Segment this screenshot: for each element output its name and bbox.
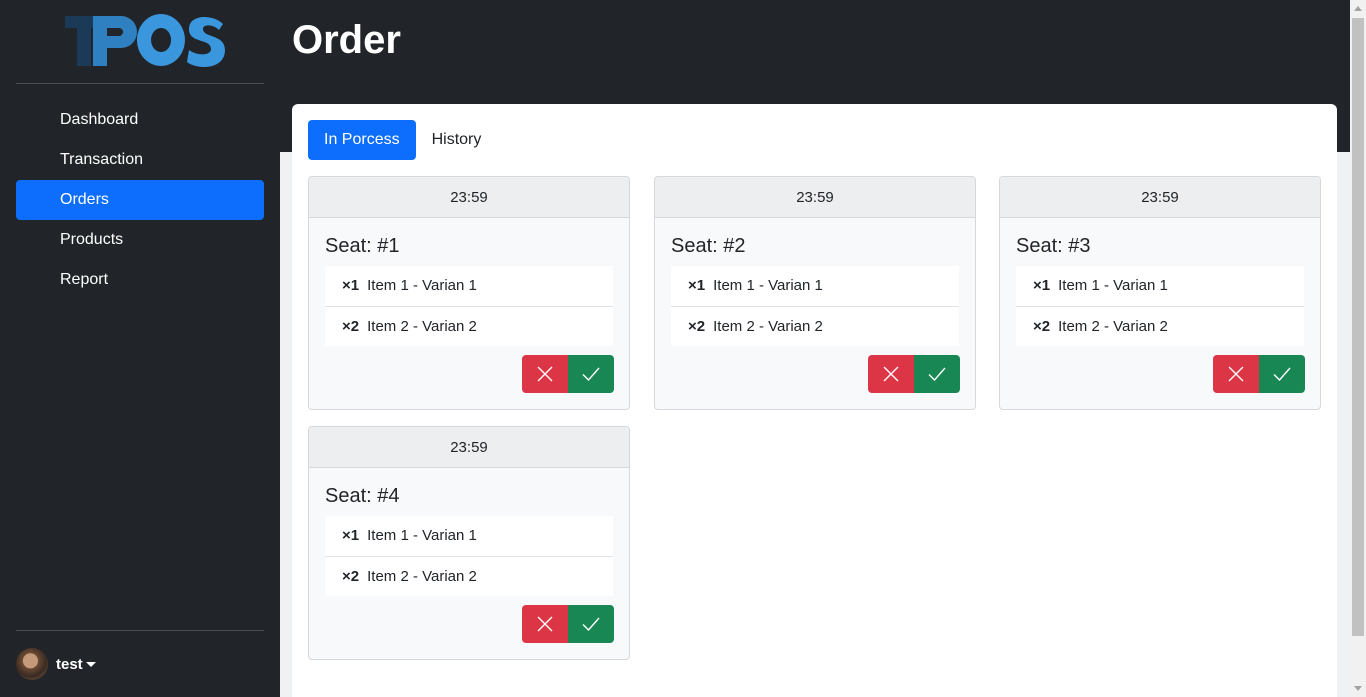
order-tabs: In Porcess History <box>308 120 497 160</box>
close-icon <box>883 366 899 382</box>
order-actions <box>522 605 614 643</box>
item-qty: ×1 <box>1033 277 1051 294</box>
order-items: ×1 Item 1 - Varian 1 ×2 Item 2 - Varian 2 <box>1016 266 1304 346</box>
check-icon <box>582 367 600 382</box>
caret-down-icon <box>85 661 96 667</box>
order-actions <box>522 355 614 393</box>
user-name: test <box>56 655 83 673</box>
list-item: ×2 Item 2 - Varian 2 <box>1016 306 1304 346</box>
order-items: ×1 Item 1 - Varian 1 ×2 Item 2 - Varian 2 <box>671 266 959 346</box>
order-card: 23:59 Seat: #1 ×1 Item 1 - Varian 1 ×2 Ite… <box>308 176 630 410</box>
sidebar-item-dashboard[interactable]: Dashboard <box>16 100 264 140</box>
item-name: Item 2 - Varian 2 <box>367 568 477 585</box>
accept-button[interactable] <box>568 605 614 643</box>
close-icon <box>1228 366 1244 382</box>
order-time: 23:59 <box>309 427 629 468</box>
reject-button[interactable] <box>868 355 914 393</box>
check-icon <box>928 367 946 382</box>
item-qty: ×2 <box>1033 318 1051 335</box>
list-item: ×2 Item 2 - Varian 2 <box>325 556 613 596</box>
sidebar-nav: Dashboard Transaction Orders Products Re… <box>16 100 264 300</box>
item-qty: ×1 <box>342 527 360 544</box>
vertical-scrollbar[interactable] <box>1350 0 1366 697</box>
tab-history[interactable]: History <box>416 120 498 160</box>
check-icon <box>582 617 600 632</box>
item-name: Item 2 - Varian 2 <box>713 318 823 335</box>
seat-label: Seat: #1 <box>325 235 400 257</box>
reject-button[interactable] <box>522 355 568 393</box>
list-item: ×1 Item 1 - Varian 1 <box>671 266 959 306</box>
order-time: 23:59 <box>1000 177 1320 218</box>
orders-panel: In Porcess History 23:59 Seat: #1 ×1 Item… <box>292 104 1337 697</box>
list-item: ×1 Item 1 - Varian 1 <box>325 266 613 306</box>
item-name: Item 1 - Varian 1 <box>367 277 477 294</box>
item-qty: ×1 <box>688 277 706 294</box>
accept-button[interactable] <box>1259 355 1305 393</box>
list-item: ×1 Item 1 - Varian 1 <box>1016 266 1304 306</box>
check-icon <box>1273 367 1291 382</box>
tpos-logo-icon <box>65 14 225 67</box>
sidebar-footer: test <box>16 630 264 697</box>
order-time: 23:59 <box>655 177 975 218</box>
list-item: ×2 Item 2 - Varian 2 <box>325 306 613 346</box>
logo[interactable] <box>16 0 264 84</box>
list-item: ×1 Item 1 - Varian 1 <box>325 516 613 556</box>
item-qty: ×2 <box>342 318 360 335</box>
sidebar-item-transaction[interactable]: Transaction <box>16 140 264 180</box>
sidebar: Dashboard Transaction Orders Products Re… <box>0 0 280 697</box>
reject-button[interactable] <box>1213 355 1259 393</box>
order-card: 23:59 Seat: #3 ×1 Item 1 - Varian 1 ×2 Ite… <box>999 176 1321 410</box>
page-title: Order <box>292 18 401 62</box>
seat-label: Seat: #2 <box>671 235 746 257</box>
accept-button[interactable] <box>914 355 960 393</box>
item-qty: ×2 <box>342 568 360 585</box>
reject-button[interactable] <box>522 605 568 643</box>
order-actions <box>1213 355 1305 393</box>
seat-label: Seat: #3 <box>1016 235 1091 257</box>
list-item: ×2 Item 2 - Varian 2 <box>671 306 959 346</box>
tab-in-process[interactable]: In Porcess <box>308 120 416 160</box>
item-name: Item 1 - Varian 1 <box>713 277 823 294</box>
item-name: Item 2 - Varian 2 <box>367 318 477 335</box>
item-name: Item 1 - Varian 1 <box>367 527 477 544</box>
scroll-up-arrow-icon[interactable] <box>1354 6 1362 11</box>
order-card: 23:59 Seat: #4 ×1 Item 1 - Varian 1 ×2 Ite… <box>308 426 630 660</box>
item-qty: ×2 <box>688 318 706 335</box>
order-time: 23:59 <box>309 177 629 218</box>
order-items: ×1 Item 1 - Varian 1 ×2 Item 2 - Varian 2 <box>325 516 613 596</box>
order-actions <box>868 355 960 393</box>
sidebar-item-orders[interactable]: Orders <box>16 180 264 220</box>
sidebar-item-products[interactable]: Products <box>16 220 264 260</box>
avatar <box>16 648 48 680</box>
item-name: Item 2 - Varian 2 <box>1058 318 1168 335</box>
order-card: 23:59 Seat: #2 ×1 Item 1 - Varian 1 ×2 Ite… <box>654 176 976 410</box>
scrollbar-thumb[interactable] <box>1352 18 1364 636</box>
item-qty: ×1 <box>342 277 360 294</box>
accept-button[interactable] <box>568 355 614 393</box>
close-icon <box>537 366 553 382</box>
seat-label: Seat: #4 <box>325 485 400 507</box>
scroll-down-arrow-icon[interactable] <box>1354 686 1362 691</box>
order-items: ×1 Item 1 - Varian 1 ×2 Item 2 - Varian 2 <box>325 266 613 346</box>
user-menu[interactable]: test <box>16 647 96 681</box>
close-icon <box>537 616 553 632</box>
item-name: Item 1 - Varian 1 <box>1058 277 1168 294</box>
sidebar-item-report[interactable]: Report <box>16 260 264 300</box>
